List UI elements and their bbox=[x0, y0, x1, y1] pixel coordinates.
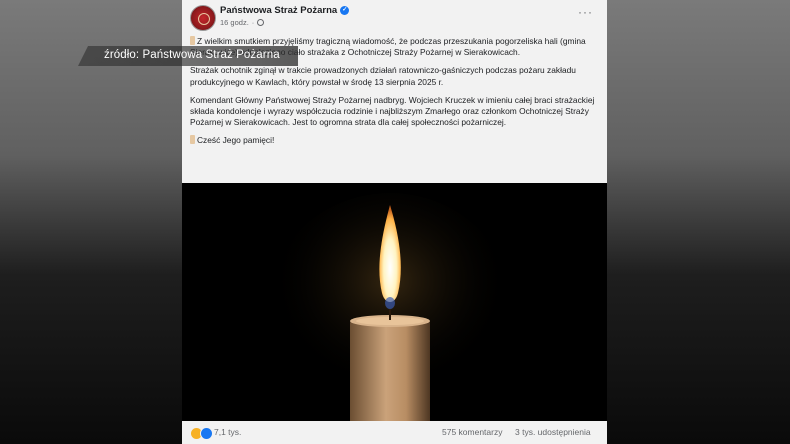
post-paragraph-4: Cześć Jego pamięci! bbox=[190, 135, 600, 146]
more-options-icon[interactable]: ··· bbox=[578, 5, 593, 19]
page-name-link[interactable]: Państwowa Straż Pożarna ✓ bbox=[220, 5, 350, 16]
post-footer: 7,1 tys. 575 komentarzy 3 tys. udostępni… bbox=[182, 421, 607, 444]
candle-emoji-icon bbox=[190, 36, 195, 45]
post-paragraph-3: Komendant Główny Państwowej Straży Pożar… bbox=[190, 94, 595, 128]
source-label: źródło: Państwowa Straż Pożarna bbox=[104, 49, 280, 61]
verified-icon: ✓ bbox=[340, 6, 350, 15]
post-text-area: Państwowa Straż Pożarna ✓ 16 godz. · ···… bbox=[182, 0, 607, 183]
avatar[interactable] bbox=[190, 5, 216, 31]
post-timestamp[interactable]: 16 godz. bbox=[220, 18, 249, 27]
comments-count[interactable]: 575 komentarzy bbox=[442, 427, 502, 437]
reaction-count[interactable]: 7,1 tys. bbox=[214, 427, 241, 437]
facebook-post: Państwowa Straż Pożarna ✓ 16 godz. · ···… bbox=[182, 0, 607, 444]
background-right bbox=[607, 0, 790, 444]
post-header: Państwowa Straż Pożarna ✓ 16 godz. · ··· bbox=[182, 0, 607, 32]
post-paragraph-2: Strażak ochotnik zginął w trakcie prowad… bbox=[190, 65, 576, 87]
meta-separator: · bbox=[251, 18, 255, 27]
reactions[interactable] bbox=[190, 427, 213, 440]
post-photo-candle[interactable] bbox=[182, 183, 607, 421]
like-reaction-icon bbox=[200, 427, 213, 440]
background-left bbox=[0, 0, 182, 444]
candle-emoji-icon bbox=[190, 135, 195, 145]
post-meta: 16 godz. · bbox=[220, 18, 265, 27]
page-name[interactable]: Państwowa Straż Pożarna bbox=[220, 5, 337, 16]
globe-icon bbox=[257, 19, 265, 26]
candle-image bbox=[182, 183, 607, 421]
shares-count[interactable]: 3 tys. udostępnienia bbox=[515, 427, 591, 437]
